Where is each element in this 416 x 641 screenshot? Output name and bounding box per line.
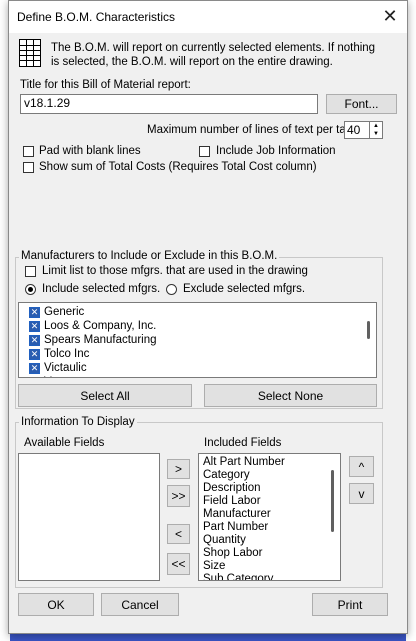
manufacturer-item-label: Loos & Company, Inc. xyxy=(44,320,157,332)
included-field-item[interactable]: Description xyxy=(203,482,261,495)
manufacturer-item-label: Generic xyxy=(44,306,85,318)
checked-checkbox-icon[interactable]: ✕ xyxy=(29,376,40,377)
manufacturer-item-label: Victaulic xyxy=(44,362,87,374)
included-fields-list[interactable]: Alt Part Number Category Description Field … xyxy=(198,453,341,581)
available-fields-label: Available Fields xyxy=(24,437,105,449)
title-field-label: Title for this Bill of Material report: xyxy=(20,79,191,91)
exclude-selected-label: Exclude selected mfgrs. xyxy=(183,283,306,295)
included-field-item[interactable]: Manufacturer xyxy=(203,508,271,521)
limit-mfgrs-checkbox[interactable] xyxy=(25,266,36,277)
checked-checkbox-icon[interactable]: ✕ xyxy=(29,348,40,360)
bom-title-input[interactable]: v18.1.29 xyxy=(20,94,318,114)
info-display-group-label: Information To Display xyxy=(19,416,137,428)
included-field-item[interactable]: Size xyxy=(203,560,225,573)
dialog-title: Define B.O.M. Characteristics xyxy=(17,10,176,24)
manufacturer-item-label: Spears Manufacturing xyxy=(44,334,157,346)
print-button[interactable]: Print xyxy=(312,593,388,616)
info-line-1: The B.O.M. will report on currently sele… xyxy=(51,42,376,54)
manufacturer-item-label: V... xyxy=(44,376,60,377)
included-field-item[interactable]: Sub Category xyxy=(203,573,273,580)
select-none-button[interactable]: Select None xyxy=(204,384,377,407)
included-fields-scroll-thumb[interactable] xyxy=(331,470,334,532)
manufacturer-list[interactable]: ✕ Generic ✕ Loos & Company, Inc. ✕ Spears Man… xyxy=(18,302,377,378)
include-selected-radio[interactable] xyxy=(25,284,36,295)
spin-up-icon[interactable]: ▲ xyxy=(370,122,382,130)
included-field-item[interactable]: Part Number xyxy=(203,521,268,534)
spin-down-icon[interactable]: ▼ xyxy=(370,130,382,138)
manufacturer-item[interactable]: ✕ Tolco Inc xyxy=(29,347,89,361)
add-field-button[interactable]: > xyxy=(167,459,190,479)
remove-all-fields-button[interactable]: << xyxy=(167,553,190,575)
show-sum-checkbox[interactable] xyxy=(23,162,34,173)
manufacturer-item[interactable]: ✕ Victaulic xyxy=(29,361,87,375)
manufacturer-item[interactable]: ✕ Generic xyxy=(29,305,84,319)
checked-checkbox-icon[interactable]: ✕ xyxy=(29,334,40,346)
manufacturers-group-label: Manufacturers to Include or Exclude in t… xyxy=(19,250,280,262)
checked-checkbox-icon[interactable]: ✕ xyxy=(29,362,40,374)
limit-mfgrs-label: Limit list to those mfgrs. that are used… xyxy=(42,265,308,277)
remove-field-button[interactable]: < xyxy=(167,524,190,544)
manufacturer-item[interactable]: ✕ Loos & Company, Inc. xyxy=(29,319,156,333)
include-job-label: Include Job Information xyxy=(216,145,336,157)
manufacturer-item[interactable]: ✕ Spears Manufacturing xyxy=(29,333,157,347)
manufacturer-list-scrollbar[interactable] xyxy=(364,305,374,375)
available-fields-list[interactable] xyxy=(18,453,160,581)
add-all-fields-button[interactable]: >> xyxy=(167,485,190,507)
max-lines-label: Maximum number of lines of text per tabl… xyxy=(147,124,362,136)
info-line-2: is selected, the B.O.M. will report on t… xyxy=(51,56,333,68)
exclude-selected-radio[interactable] xyxy=(166,284,177,295)
included-field-item[interactable]: Shop Labor xyxy=(203,547,262,560)
pad-blank-checkbox[interactable] xyxy=(23,146,34,157)
max-lines-spinner[interactable]: ▲ ▼ xyxy=(369,121,383,139)
include-job-checkbox[interactable] xyxy=(199,146,210,157)
include-selected-label: Include selected mfgrs. xyxy=(42,283,161,295)
included-fields-scrollbar[interactable] xyxy=(328,456,338,578)
close-icon[interactable]: ✕ xyxy=(379,5,401,27)
pad-blank-label: Pad with blank lines xyxy=(39,145,141,157)
max-lines-input[interactable]: 40 xyxy=(344,121,370,139)
move-up-button[interactable]: ^ xyxy=(349,456,374,477)
bom-dialog: Define B.O.M. Characteristics ✕ The B.O.… xyxy=(8,0,408,634)
checked-checkbox-icon[interactable]: ✕ xyxy=(29,306,40,318)
select-all-button[interactable]: Select All xyxy=(18,384,192,407)
manufacturer-item-label: Tolco Inc xyxy=(44,348,90,360)
manufacturer-scroll-thumb[interactable] xyxy=(367,321,370,339)
title-bar: Define B.O.M. Characteristics ✕ xyxy=(9,1,407,33)
manufacturer-item[interactable]: ✕ V... xyxy=(29,375,60,377)
move-down-button[interactable]: v xyxy=(349,483,374,504)
included-fields-label: Included Fields xyxy=(204,437,282,449)
included-field-item[interactable]: Alt Part Number xyxy=(203,456,285,469)
table-icon xyxy=(19,39,41,67)
checked-checkbox-icon[interactable]: ✕ xyxy=(29,320,40,332)
show-sum-label: Show sum of Total Costs (Requires Total … xyxy=(39,161,317,173)
included-field-item[interactable]: Quantity xyxy=(203,534,246,547)
included-field-item[interactable]: Field Labor xyxy=(203,495,261,508)
cancel-button[interactable]: Cancel xyxy=(101,593,179,616)
font-button[interactable]: Font... xyxy=(326,94,397,114)
ok-button[interactable]: OK xyxy=(18,593,94,616)
included-field-item[interactable]: Category xyxy=(203,469,250,482)
